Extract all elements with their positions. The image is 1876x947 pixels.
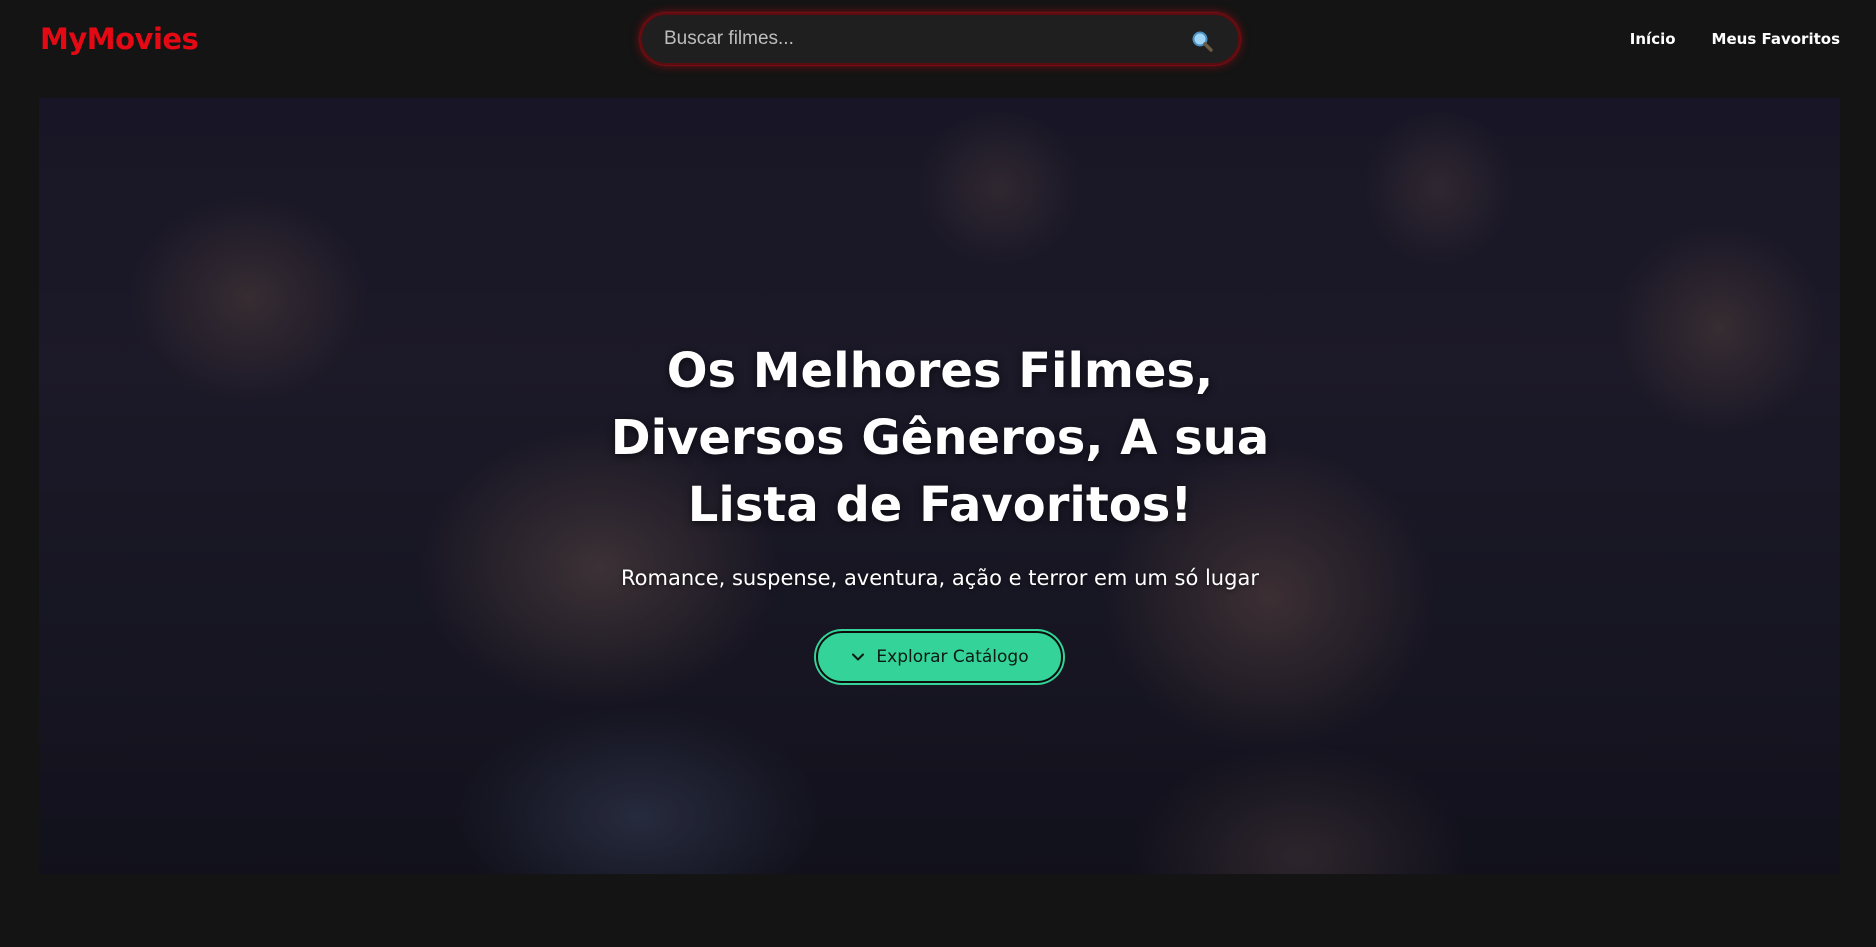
explore-catalog-label: Explorar Catálogo	[876, 647, 1029, 667]
main-nav: Início Meus Favoritos	[1630, 30, 1840, 48]
hero-title: Os Melhores Filmes, Diversos Gêneros, A …	[610, 343, 1270, 533]
hero-subtitle: Romance, suspense, aventura, ação e terr…	[621, 566, 1259, 590]
hero-banner: Os Melhores Filmes, Diversos Gêneros, A …	[39, 98, 1840, 874]
chevron-down-icon	[852, 653, 865, 661]
logo[interactable]: MyMovies	[40, 22, 199, 56]
hero-content: Os Melhores Filmes, Diversos Gêneros, A …	[39, 98, 1840, 874]
nav-favorites-link[interactable]: Meus Favoritos	[1712, 30, 1840, 48]
search-bar	[640, 13, 1240, 65]
nav-home-link[interactable]: Início	[1630, 30, 1676, 48]
top-header: MyMovies Início Meus Favoritos	[0, 0, 1876, 78]
explore-catalog-button[interactable]: Explorar Catálogo	[816, 631, 1063, 683]
search-input[interactable]	[642, 15, 1238, 63]
search-icon[interactable]	[1190, 29, 1214, 53]
